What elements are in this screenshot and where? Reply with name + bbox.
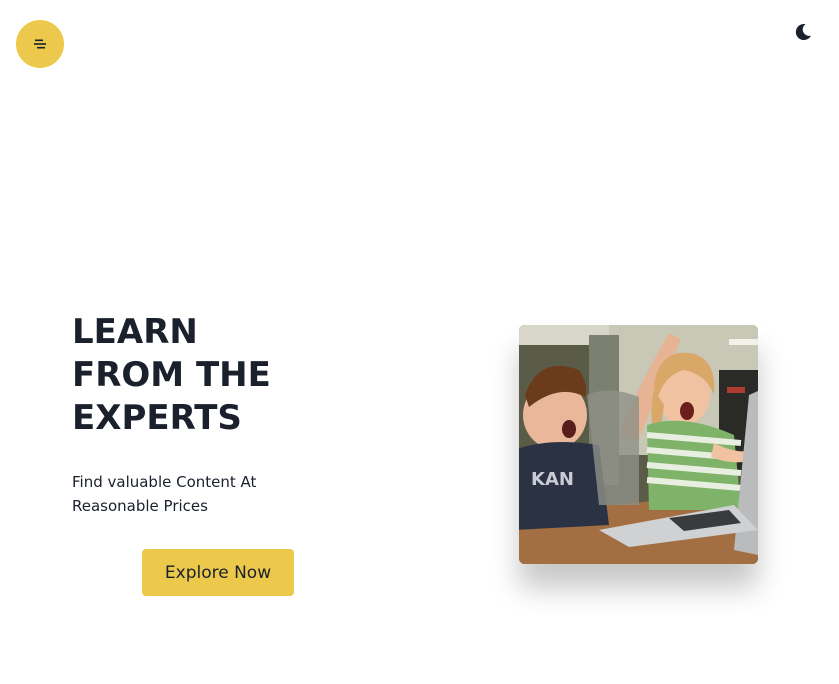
explore-now-button[interactable]: Explore Now bbox=[142, 549, 294, 596]
menu-button[interactable] bbox=[16, 20, 64, 68]
hero-image: KAN bbox=[519, 325, 758, 564]
hero-subtitle: Find valuable Content At Reasonable Pric… bbox=[72, 470, 292, 518]
hero-title-line: FROM THE bbox=[72, 355, 271, 395]
hamburger-icon bbox=[34, 39, 46, 49]
landing-page: LEARN FROM THE EXPERTS Find valuable Con… bbox=[0, 0, 839, 684]
hero-subtitle-line: Find valuable Content At bbox=[72, 473, 257, 491]
theme-toggle-button[interactable] bbox=[793, 22, 813, 42]
hero-title-line: LEARN bbox=[72, 312, 198, 352]
kids-laptop-photo: KAN bbox=[519, 325, 758, 564]
hero-title: LEARN FROM THE EXPERTS bbox=[72, 311, 312, 440]
hero-subtitle-line: Reasonable Prices bbox=[72, 497, 208, 515]
moon-icon bbox=[795, 24, 811, 41]
hero-title-line: EXPERTS bbox=[72, 398, 242, 438]
svg-text:KAN: KAN bbox=[531, 469, 574, 490]
